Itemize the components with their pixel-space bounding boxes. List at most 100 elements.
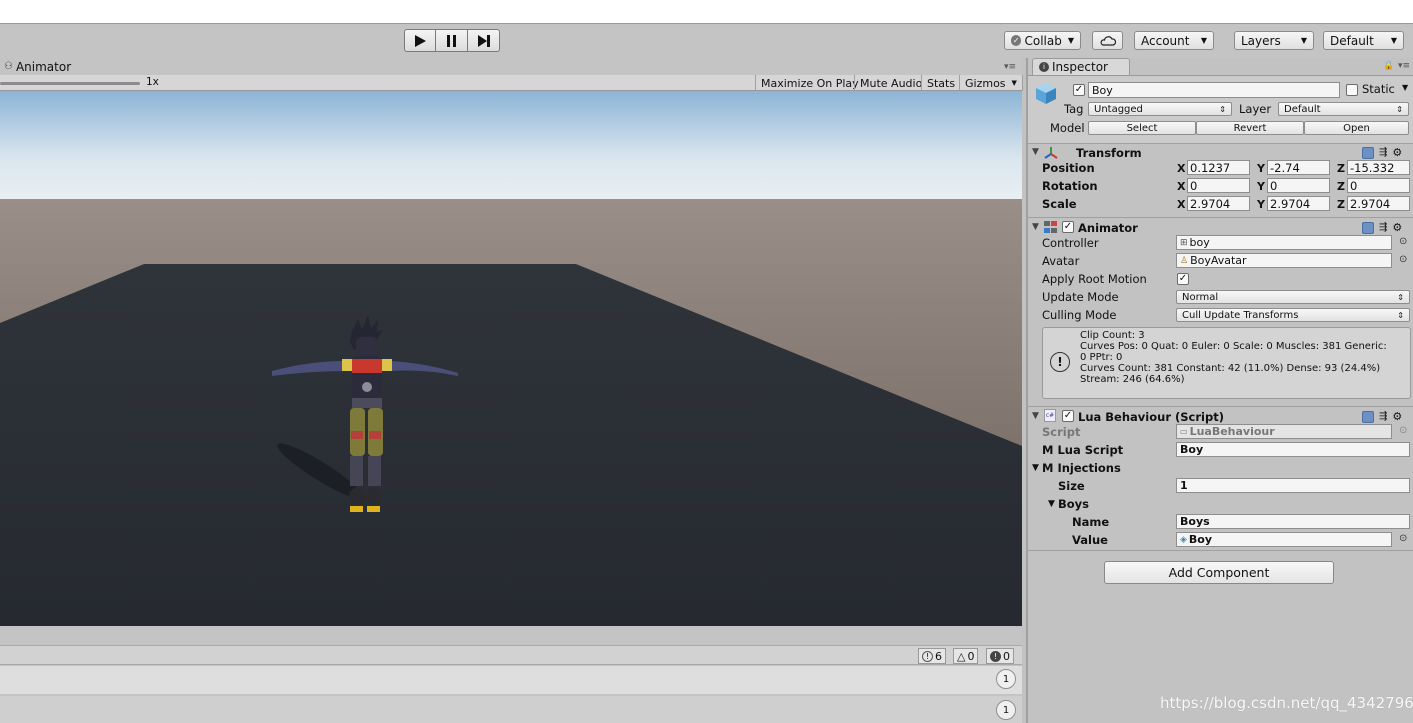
gear-icon[interactable]: ⚙ [1392,146,1402,159]
console-row[interactable]: 1 [0,666,1022,694]
mute-audio-toggle[interactable]: Mute Audio [854,75,927,91]
cube-icon: ◈ [1180,534,1187,545]
value-field[interactable]: ◈ Boy [1176,532,1392,547]
preset-icon[interactable]: ⇶ [1379,411,1387,422]
animator-header[interactable]: ▼ ✓ Animator ⇶ ⚙ [1028,217,1413,235]
info-count: 6 [935,649,942,663]
panel-menu-icon[interactable]: ▾≡ [1004,62,1016,72]
transform-header[interactable]: ▼ Transform ⇶ ⚙ [1028,143,1413,161]
model-select-button[interactable]: Select [1088,121,1196,135]
tab-animator[interactable]: ⚇ Animator [0,58,77,75]
cloud-button[interactable] [1092,31,1123,50]
step-button[interactable] [468,29,500,52]
layout-dropdown[interactable]: Default ▼ [1323,31,1404,50]
name-field[interactable]: Boys [1176,514,1410,529]
foldout-open-icon[interactable]: ▼ [1048,499,1055,509]
rotation-y-field[interactable]: 0 [1267,178,1330,193]
lock-icon[interactable]: 🔒 [1383,61,1394,71]
foldout-open-icon[interactable]: ▼ [1032,463,1039,473]
gear-icon[interactable]: ⚙ [1392,221,1402,234]
playback-controls [404,29,500,52]
chevron-down-icon: ▼ [1300,36,1307,45]
script-value: LuaBehaviour [1189,425,1275,438]
object-picker-icon: ⊙ [1399,425,1408,436]
lua-script-field[interactable]: Boy [1176,442,1410,457]
inspector-tab-label: Inspector [1052,60,1108,74]
position-x-field[interactable]: 0.1237 [1187,160,1250,175]
account-dropdown[interactable]: Account ▼ [1134,31,1214,50]
play-button[interactable] [404,29,436,52]
collab-label: Collab [1024,33,1062,48]
warning-count: 0 [967,649,975,663]
help-icon[interactable] [1362,146,1374,159]
lua-script-label: M Lua Script [1042,443,1124,457]
info-line: Clip Count: 3 [1080,330,1145,341]
animator-tab-icon: ⚇ [4,61,13,72]
tag-dropdown[interactable]: Untagged ⇕ [1088,102,1232,116]
scale-slider[interactable] [0,82,140,85]
active-checkbox[interactable]: ✓ [1073,84,1085,96]
scale-x-field[interactable]: 2.9704 [1187,196,1250,211]
info-line: 0 PPtr: 0 [1080,352,1123,363]
rotation-z-field[interactable]: 0 [1347,178,1410,193]
position-y-field[interactable]: -2.74 [1267,160,1330,175]
position-z-field[interactable]: -15.332 [1347,160,1410,175]
info-line: Stream: 246 (64.6%) [1080,374,1185,385]
game-tab-bar: ⚇ Animator ▾≡ [0,58,1022,75]
gizmos-dropdown[interactable]: Gizmos ▼ [959,75,1023,91]
object-picker-icon[interactable]: ⊙ [1399,236,1407,247]
panel-menu-icon[interactable]: ▾≡ [1398,61,1410,71]
layer-dropdown[interactable]: Default ⇕ [1278,102,1409,116]
warning-count-toggle[interactable]: △ 0 [953,648,979,664]
tab-inspector[interactable]: i Inspector [1032,58,1130,75]
scale-y-field[interactable]: 2.9704 [1267,196,1330,211]
transform-icon [1044,147,1058,159]
stats-toggle[interactable]: Stats [921,75,960,91]
info-line: Curves Count: 381 Constant: 42 (11.0%) D… [1080,363,1381,374]
model-open-button[interactable]: Open [1304,121,1409,135]
boys-label: Boys [1058,497,1090,511]
object-picker-icon[interactable]: ⊙ [1399,533,1407,544]
animator-info-box: ! Clip Count: 3 Curves Pos: 0 Quat: 0 Eu… [1042,327,1411,399]
preset-icon[interactable]: ⇶ [1379,222,1387,233]
row-count-badge: 1 [996,669,1016,689]
sky [0,91,1022,211]
animator-tab-label: Animator [15,59,72,74]
culling-mode-dropdown[interactable]: Cull Update Transforms ⇕ [1176,308,1410,322]
pause-button[interactable] [436,29,468,52]
collab-dropdown[interactable]: ✓ Collab ▼ [1004,31,1081,50]
error-count-toggle[interactable]: ! 0 [986,648,1014,664]
game-viewport[interactable] [0,91,1022,626]
lua-enabled-checkbox[interactable]: ✓ [1062,410,1074,422]
info-icon: ! [1050,352,1070,372]
rotation-x-field[interactable]: 0 [1187,178,1250,193]
object-picker-icon[interactable]: ⊙ [1399,254,1407,265]
info-count-toggle[interactable]: ! 6 [918,648,946,664]
size-field[interactable]: 1 [1176,478,1410,493]
layers-dropdown[interactable]: Layers ▼ [1234,31,1314,50]
chevron-down-icon[interactable]: ▼ [1402,83,1408,92]
help-icon[interactable] [1362,410,1374,423]
console-row[interactable]: 1 [0,696,1022,723]
maximize-on-play-toggle[interactable]: Maximize On Play [755,75,864,91]
scale-z-field[interactable]: 2.9704 [1347,196,1410,211]
pause-icon [446,34,456,47]
model-revert-button[interactable]: Revert [1196,121,1304,135]
preset-icon[interactable]: ⇶ [1379,147,1387,158]
lua-behaviour-header[interactable]: ▼ c# ✓ Lua Behaviour (Script) ⇶ ⚙ [1028,406,1413,424]
tag-value: Untagged [1094,103,1143,115]
gear-icon[interactable]: ⚙ [1392,410,1402,423]
warning-icon: △ [957,649,966,663]
help-icon[interactable] [1362,221,1374,234]
avatar-field[interactable]: ♙ BoyAvatar [1176,253,1392,268]
object-name-field[interactable]: Boy [1088,82,1340,98]
scale-label: 1x [146,76,159,88]
add-component-button[interactable]: Add Component [1104,561,1334,584]
controller-field[interactable]: ⊞ boy [1176,235,1392,250]
animator-enabled-checkbox[interactable]: ✓ [1062,221,1074,233]
update-mode-dropdown[interactable]: Normal ⇕ [1176,290,1410,304]
apply-root-motion-checkbox[interactable]: ✓ [1177,273,1189,285]
static-checkbox[interactable] [1346,84,1358,96]
injections-label: M Injections [1042,461,1121,475]
inspector-panel: i Inspector 🔒 ▾≡ ✓ Boy Static ▼ Tag Unta… [1026,58,1413,723]
